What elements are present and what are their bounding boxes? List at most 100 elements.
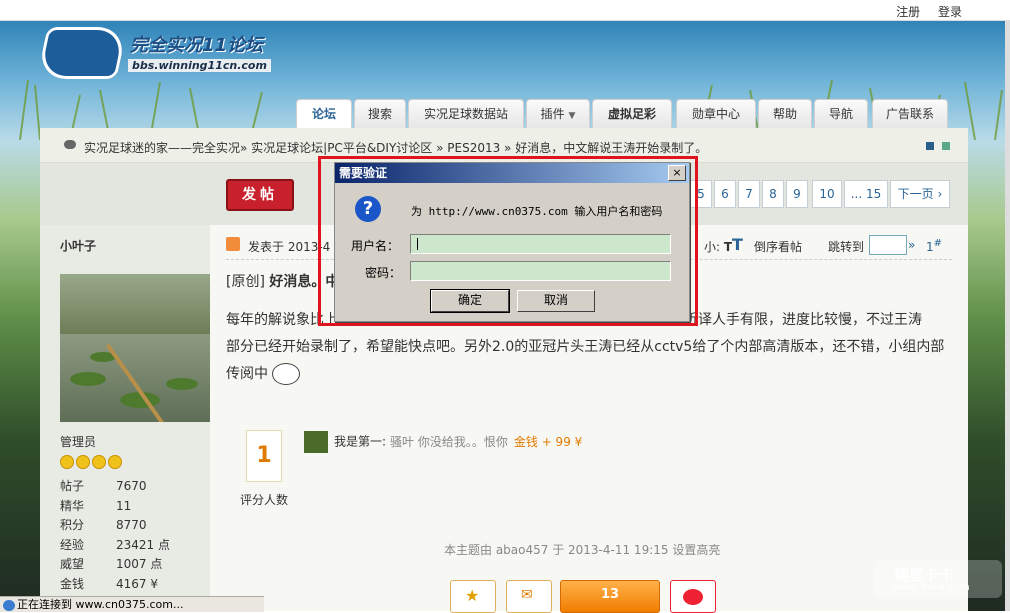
support-button[interactable]: 13 — [560, 580, 660, 613]
stat-value: 8770 — [116, 518, 147, 532]
floor-value: 1 — [926, 240, 934, 254]
watermark: 瑞星卡卡 www.ikaka.com — [874, 560, 1002, 598]
auth-dialog: 需要验证 × ? 为 http://www.cn0375.com 输入用户名和密… — [334, 162, 690, 322]
chat-bubble-icon — [64, 140, 76, 149]
star-icon: ★ — [465, 586, 480, 605]
site-logo[interactable]: 完全实况11论坛 bbs.winning11cn.com — [36, 27, 302, 83]
author-role: 管理员 — [60, 435, 97, 449]
stat-key: 精华 — [60, 498, 85, 513]
stat-key: 经验 — [60, 537, 85, 552]
logo-emblem — [36, 27, 128, 79]
jump-to-input[interactable] — [869, 235, 907, 255]
status-text: 正在连接到 www.cn0375.com... — [17, 598, 184, 611]
breadcrumb-text[interactable]: 实况足球迷的家——完全实况» 实况足球论坛|PC平台&DIY讨论区 » PES2… — [84, 139, 707, 156]
page-link[interactable]: 8 — [762, 180, 784, 208]
password-label: 密码： — [365, 266, 402, 280]
logo-url: bbs.winning11cn.com — [128, 59, 271, 72]
next-page-label: 下一页 — [897, 187, 934, 201]
tab-medals[interactable]: 勋章中心 — [676, 99, 756, 129]
rater-avatar[interactable] — [304, 431, 328, 453]
floor-mark: # — [933, 238, 943, 249]
username-field[interactable] — [410, 234, 671, 254]
layout-wide-icon[interactable] — [926, 142, 934, 150]
stat-row: 经验 23421 点 — [60, 536, 170, 556]
weibo-share-button[interactable] — [670, 580, 716, 613]
rating-label: 评分人数 — [240, 493, 289, 507]
register-link[interactable]: 注册 — [896, 5, 920, 19]
next-page-button[interactable]: 下一页 › — [890, 180, 950, 208]
username-label: 用户名： — [351, 239, 400, 253]
status-bar: 正在连接到 www.cn0375.com... — [0, 596, 264, 612]
cancel-button[interactable]: 取消 — [517, 290, 595, 312]
tab-virtual-lottery[interactable]: 虚拟足彩 — [592, 99, 672, 129]
weibo-icon — [683, 589, 703, 605]
stat-value: 23421 点 — [116, 537, 170, 552]
close-icon[interactable]: × — [668, 165, 686, 181]
jump-go-button[interactable]: » — [908, 238, 915, 252]
rating-count: 1 — [246, 430, 282, 482]
author-stats: 帖子 7670 精华 11 积分 8770 经验 23421 点 威望 1007 点 金钱… — [60, 477, 170, 594]
page-link-last[interactable]: ... 15 — [844, 180, 888, 208]
layout-narrow-icon[interactable] — [942, 142, 950, 150]
rater-gold: 金钱 + 99 ¥ — [513, 434, 583, 449]
tab-search[interactable]: 搜索 — [354, 99, 406, 129]
page-link[interactable]: 10 — [812, 180, 842, 208]
share-mail-button[interactable]: ✉ — [506, 580, 552, 613]
rater-comment: 骚叶 你没给我。。恨你 — [390, 434, 508, 449]
smiley-icon — [272, 363, 301, 385]
floor-number[interactable]: 1# — [926, 238, 942, 254]
avatar-lily-pad — [70, 372, 106, 386]
stat-row: 帖子 7670 — [60, 477, 170, 497]
tab-data-station[interactable]: 实况足球数据站 — [408, 99, 524, 129]
mail-icon: ✉ — [521, 587, 533, 603]
reverse-order-link[interactable]: 倒序看帖 — [754, 238, 802, 255]
body-line-end: 前听译人手有限，进度比较慢，不过王涛 — [670, 312, 922, 328]
page-link[interactable]: 7 — [738, 180, 760, 208]
post-title-prefix: [原创] — [226, 274, 265, 290]
stat-key: 金钱 — [60, 576, 85, 591]
stat-key: 威望 — [60, 557, 85, 571]
stat-key: 帖子 — [60, 479, 85, 493]
chevron-right-icon: › — [937, 187, 943, 201]
page-link[interactable]: 9 — [786, 180, 808, 208]
star-icon — [108, 455, 122, 469]
text-caret — [417, 238, 418, 250]
login-link[interactable]: 登录 — [938, 5, 962, 19]
tab-forum[interactable]: 论坛 — [296, 99, 352, 129]
rating-entry: 我是第一: 骚叶 你没给我。。恨你 金钱 + 99 ¥ — [304, 431, 582, 453]
font-size-small[interactable]: 小: T — [704, 238, 732, 255]
author-sidebar: 小叶子 管理员 帖子 7670 精华 11 积分 8770 经验 23421 点 威望 1… — [40, 225, 210, 611]
new-post-button[interactable]: 发帖 — [226, 179, 294, 211]
tab-plugins[interactable]: 插件 ▼ — [526, 99, 590, 129]
rater-name[interactable]: 我是第一: — [334, 435, 386, 449]
logo-title: 完全实况11论坛 — [130, 35, 264, 56]
tab-help[interactable]: 帮助 — [758, 99, 812, 129]
font-size-large[interactable]: T — [732, 235, 743, 254]
body-line: 部分已经开始录制了，希望能快点吧。另外2.0的亚冠片头王涛已经从cctv5给了个… — [226, 339, 945, 355]
jump-to-label: 跳转到 — [828, 240, 865, 254]
stat-value: 4167 ¥ — [116, 576, 158, 591]
stat-key: 积分 — [60, 518, 85, 532]
stat-value: 1007 点 — [116, 557, 163, 571]
moon-icon — [92, 455, 106, 469]
favorite-button[interactable]: ★ — [450, 580, 496, 613]
author-name[interactable]: 小叶子 — [60, 237, 96, 254]
tab-navigation[interactable]: 导航 — [814, 99, 868, 129]
stat-row: 威望 1007 点 — [60, 555, 170, 575]
question-icon: ? — [355, 196, 381, 222]
stat-row: 积分 8770 — [60, 516, 170, 536]
page-link[interactable]: 6 — [714, 180, 736, 208]
ok-button[interactable]: 确定 — [430, 289, 510, 313]
moderation-note: 本主题由 abao457 于 2013-4-11 19:15 设置高亮 — [444, 543, 721, 557]
top-bar: 注册 登录 — [0, 0, 1010, 21]
password-field[interactable] — [410, 261, 671, 281]
sun-icon — [60, 455, 74, 469]
tab-ads[interactable]: 广告联系 — [872, 99, 948, 129]
chevron-down-icon: ▼ — [568, 111, 576, 121]
scrollbar[interactable] — [1005, 21, 1010, 611]
author-avatar[interactable] — [60, 274, 210, 422]
body-line-text: 传阅中 — [226, 366, 268, 382]
stat-value: 7670 — [116, 479, 147, 493]
stat-row: 精华 11 — [60, 497, 170, 517]
tab-plugins-label: 插件 — [540, 107, 565, 121]
